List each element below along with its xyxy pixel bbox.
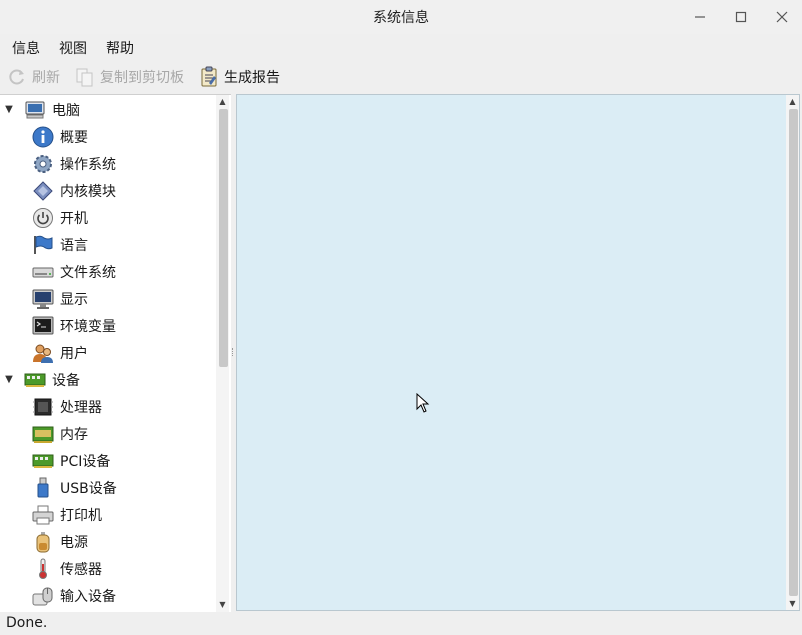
window-controls	[679, 0, 802, 34]
devices-icon	[24, 369, 46, 391]
tree-item-label: 文件系统	[60, 264, 116, 281]
computer-icon	[24, 99, 46, 121]
scroll-up-arrow[interactable]: ▲	[216, 95, 229, 107]
refresh-label: 刷新	[32, 70, 60, 86]
scroll-down-arrow[interactable]: ▼	[786, 597, 799, 609]
pci-card-icon	[32, 450, 54, 472]
tree-item-boot[interactable]: 开机	[0, 204, 88, 231]
copy-label: 复制到剪切板	[100, 70, 184, 86]
module-icon	[32, 180, 54, 202]
maximize-icon	[735, 11, 746, 23]
tree-item-label: PCI设备	[60, 453, 111, 470]
tree-item-label: 环境变量	[60, 318, 116, 335]
tree-item-sensors[interactable]: 传感器	[0, 555, 102, 582]
expander-icon[interactable]: ▼	[2, 374, 16, 385]
minimize-icon	[694, 16, 705, 18]
tree-item-processor[interactable]: 处理器	[0, 393, 102, 420]
memory-icon	[32, 423, 54, 445]
battery-icon	[32, 531, 54, 553]
tree-label-devices: 设备	[52, 372, 80, 389]
power-icon	[32, 207, 54, 229]
tree-item-filesystem[interactable]: 文件系统	[0, 258, 116, 285]
copy-icon	[74, 66, 96, 88]
tree-item-label: 概要	[60, 129, 88, 146]
toolbar: 刷新 复制到剪切板 生成报告	[0, 62, 802, 92]
tree-item-label: 语言	[60, 237, 88, 254]
close-icon	[776, 11, 787, 23]
status-bar: Done.	[0, 611, 802, 635]
maximize-button[interactable]	[720, 0, 761, 34]
cpu-icon	[32, 396, 54, 418]
scroll-up-arrow[interactable]: ▲	[786, 95, 799, 107]
tree-item-memory[interactable]: 内存	[0, 420, 88, 447]
users-icon	[32, 342, 54, 364]
scroll-thumb[interactable]	[219, 109, 228, 367]
thermometer-icon	[32, 558, 54, 580]
tree-item-label: 电源	[60, 534, 88, 551]
tree-item-label: 传感器	[60, 561, 102, 578]
category-tree[interactable]: ▼ 电脑 概要 操作系统 内核模块 开机 语言 文件系统 显示 环境变量 用户 …	[0, 94, 231, 612]
tree-item-label: 处理器	[60, 399, 102, 416]
report-label: 生成报告	[224, 70, 280, 86]
mouse-icon	[32, 585, 54, 607]
tree-item-environment[interactable]: 环境变量	[0, 312, 116, 339]
tree-group-computer[interactable]: ▼ 电脑	[0, 96, 80, 123]
menu-view[interactable]: 视图	[47, 38, 94, 58]
generate-report-button[interactable]: 生成报告	[198, 66, 280, 88]
drive-icon	[32, 261, 54, 283]
tree-label-computer: 电脑	[52, 102, 80, 119]
copy-to-clipboard-button[interactable]: 复制到剪切板	[74, 66, 184, 88]
tree-item-users[interactable]: 用户	[0, 339, 88, 366]
tree-item-label: 开机	[60, 210, 88, 227]
tree-item-pci[interactable]: PCI设备	[0, 447, 110, 474]
tree-item-label: 输入设备	[60, 588, 116, 605]
mouse-pointer-icon	[416, 393, 430, 413]
details-scrollbar[interactable]: ▲ ▼	[786, 95, 799, 610]
tree-group-devices[interactable]: ▼ 设备	[0, 366, 80, 393]
expander-icon[interactable]: ▼	[2, 104, 16, 115]
tree-item-label: 内存	[60, 426, 88, 443]
report-icon	[198, 66, 220, 88]
tree-item-kernel-modules[interactable]: 内核模块	[0, 177, 116, 204]
flag-icon	[32, 234, 54, 256]
tree-item-printer[interactable]: 打印机	[0, 501, 102, 528]
tree-item-label: 操作系统	[60, 156, 116, 173]
refresh-icon	[6, 66, 28, 88]
close-button[interactable]	[761, 0, 802, 34]
details-panel[interactable]: ▲ ▼	[236, 94, 800, 611]
gear-icon	[32, 153, 54, 175]
usb-icon	[32, 477, 54, 499]
minimize-button[interactable]	[679, 0, 720, 34]
tree-item-input-devices[interactable]: 输入设备	[0, 582, 116, 609]
tree-item-label: 打印机	[60, 507, 102, 524]
title-bar: 系统信息	[0, 0, 802, 34]
tree-item-label: 显示	[60, 291, 88, 308]
tree-item-power[interactable]: 电源	[0, 528, 88, 555]
scroll-thumb[interactable]	[789, 109, 798, 596]
tree-item-label: USB设备	[60, 480, 117, 497]
tree-item-display[interactable]: 显示	[0, 285, 88, 312]
window-title: 系统信息	[373, 10, 429, 26]
tree-item-summary[interactable]: 概要	[0, 123, 88, 150]
refresh-button[interactable]: 刷新	[6, 66, 60, 88]
menu-help[interactable]: 帮助	[94, 38, 141, 58]
menu-info[interactable]: 信息	[0, 38, 47, 58]
tree-scrollbar[interactable]: ▲ ▼	[216, 95, 229, 612]
tree-item-usb[interactable]: USB设备	[0, 474, 117, 501]
status-text: Done.	[6, 615, 48, 631]
menu-bar: 信息 视图 帮助	[0, 34, 802, 62]
info-icon	[32, 126, 54, 148]
printer-icon	[32, 504, 54, 526]
monitor-icon	[32, 288, 54, 310]
scroll-down-arrow[interactable]: ▼	[216, 598, 229, 610]
terminal-icon	[32, 315, 54, 337]
tree-item-language[interactable]: 语言	[0, 231, 88, 258]
tree-item-os[interactable]: 操作系统	[0, 150, 116, 177]
tree-item-label: 内核模块	[60, 183, 116, 200]
tree-item-label: 用户	[60, 345, 88, 362]
